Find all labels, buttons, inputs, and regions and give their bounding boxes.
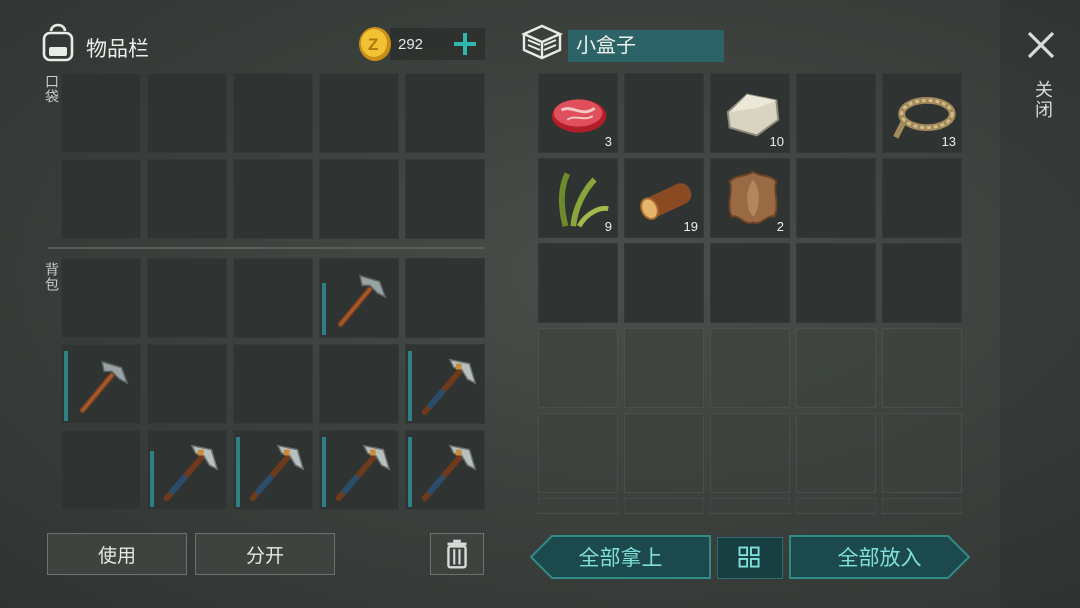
- container-slot[interactable]: 19: [624, 158, 704, 238]
- backpack-slot[interactable]: [61, 258, 141, 338]
- split-button[interactable]: 分开: [195, 533, 335, 575]
- durability-bar: [150, 451, 154, 507]
- container-slot[interactable]: [796, 73, 876, 153]
- item-count: 9: [604, 219, 612, 234]
- container-slot[interactable]: [538, 413, 618, 493]
- backpack-icon: [42, 23, 74, 62]
- sort-button[interactable]: [717, 537, 783, 579]
- backpack-slot[interactable]: [319, 258, 399, 338]
- container-slot[interactable]: 10: [710, 73, 790, 153]
- coin-count: 292: [398, 36, 424, 53]
- stone-hammer-icon: [337, 274, 387, 328]
- close-label[interactable]: 关闭: [1030, 80, 1056, 120]
- trash-icon: [447, 539, 467, 569]
- container-slot[interactable]: [710, 328, 790, 408]
- backpack-slot[interactable]: [147, 344, 227, 424]
- backpack-slot[interactable]: [233, 344, 313, 424]
- close-icon[interactable]: [1026, 30, 1056, 60]
- backpack-slot[interactable]: [147, 430, 227, 510]
- container-slot[interactable]: [624, 328, 704, 408]
- container-slot[interactable]: [796, 328, 876, 408]
- backpack-slot[interactable]: [319, 344, 399, 424]
- plus-icon[interactable]: [450, 29, 480, 59]
- container-slot[interactable]: [624, 413, 704, 493]
- backpack-slot[interactable]: [233, 258, 313, 338]
- container-slot[interactable]: [882, 413, 962, 493]
- pocket-slot[interactable]: [61, 159, 141, 239]
- durability-bar: [408, 351, 412, 421]
- pockets-label: 口袋: [44, 74, 60, 104]
- container-slot[interactable]: [882, 243, 962, 323]
- container-slot[interactable]: [710, 413, 790, 493]
- item-count: 3: [604, 134, 612, 149]
- iron-pickaxe-icon: [421, 444, 477, 502]
- container-slot[interactable]: [796, 158, 876, 238]
- backpack-slot[interactable]: [405, 344, 485, 424]
- coin-icon: Z: [359, 27, 391, 61]
- pocket-slot[interactable]: [233, 159, 313, 239]
- backpack-slot[interactable]: [405, 430, 485, 510]
- section-divider: [48, 247, 485, 249]
- put-all-label: 全部放入: [837, 547, 922, 570]
- pocket-slot[interactable]: [147, 73, 227, 153]
- svg-text:Z: Z: [368, 35, 378, 54]
- backpack-label: 背包: [44, 262, 60, 292]
- container-slot[interactable]: [796, 413, 876, 493]
- container-slot[interactable]: [796, 243, 876, 323]
- container-slot[interactable]: 13: [882, 73, 962, 153]
- container-slot[interactable]: [538, 328, 618, 408]
- pocket-slot[interactable]: [319, 73, 399, 153]
- iron-pickaxe-icon: [421, 358, 477, 416]
- take-all-button[interactable]: 全部拿上: [530, 535, 711, 579]
- container-slot[interactable]: [538, 243, 618, 323]
- backpack-slot[interactable]: [319, 430, 399, 510]
- box-icon: [521, 24, 563, 60]
- item-count: 10: [769, 134, 784, 149]
- trash-button[interactable]: [430, 533, 484, 575]
- durability-bar: [322, 283, 326, 335]
- pocket-slot[interactable]: [405, 159, 485, 239]
- container-slot[interactable]: [882, 328, 962, 408]
- container-slot[interactable]: 9: [538, 158, 618, 238]
- backpack-slot[interactable]: [61, 344, 141, 424]
- scroll-fade: [537, 495, 962, 511]
- iron-pickaxe-icon: [335, 444, 391, 502]
- sort-icon: [738, 546, 760, 568]
- put-all-button[interactable]: 全部放入: [789, 535, 970, 579]
- take-all-label: 全部拿上: [578, 547, 663, 570]
- container-slot[interactable]: [624, 243, 704, 323]
- container-name-field[interactable]: 小盒子: [568, 30, 724, 62]
- container-slot[interactable]: [710, 243, 790, 323]
- pocket-slot[interactable]: [61, 73, 141, 153]
- durability-bar: [64, 351, 68, 421]
- use-button[interactable]: 使用: [47, 533, 187, 575]
- item-count: 13: [941, 134, 956, 149]
- iron-pickaxe-icon: [163, 444, 219, 502]
- backpack-slot[interactable]: [233, 430, 313, 510]
- pocket-slot[interactable]: [233, 73, 313, 153]
- pocket-slot[interactable]: [319, 159, 399, 239]
- container-slot[interactable]: [882, 158, 962, 238]
- iron-pickaxe-icon: [249, 444, 305, 502]
- pocket-slot[interactable]: [405, 73, 485, 153]
- durability-bar: [236, 437, 240, 507]
- backpack-slot[interactable]: [147, 258, 227, 338]
- container-slot[interactable]: 2: [710, 158, 790, 238]
- stone-hammer-icon: [79, 360, 129, 414]
- pocket-slot[interactable]: [147, 159, 227, 239]
- backpack-slot[interactable]: [61, 430, 141, 510]
- container-slot[interactable]: [624, 73, 704, 153]
- item-count: 19: [683, 219, 698, 234]
- durability-bar: [322, 437, 326, 507]
- item-count: 2: [776, 219, 784, 234]
- container-slot[interactable]: 3: [538, 73, 618, 153]
- backpack-slot[interactable]: [405, 258, 485, 338]
- inventory-title: 物品栏: [86, 38, 149, 61]
- durability-bar: [408, 437, 412, 507]
